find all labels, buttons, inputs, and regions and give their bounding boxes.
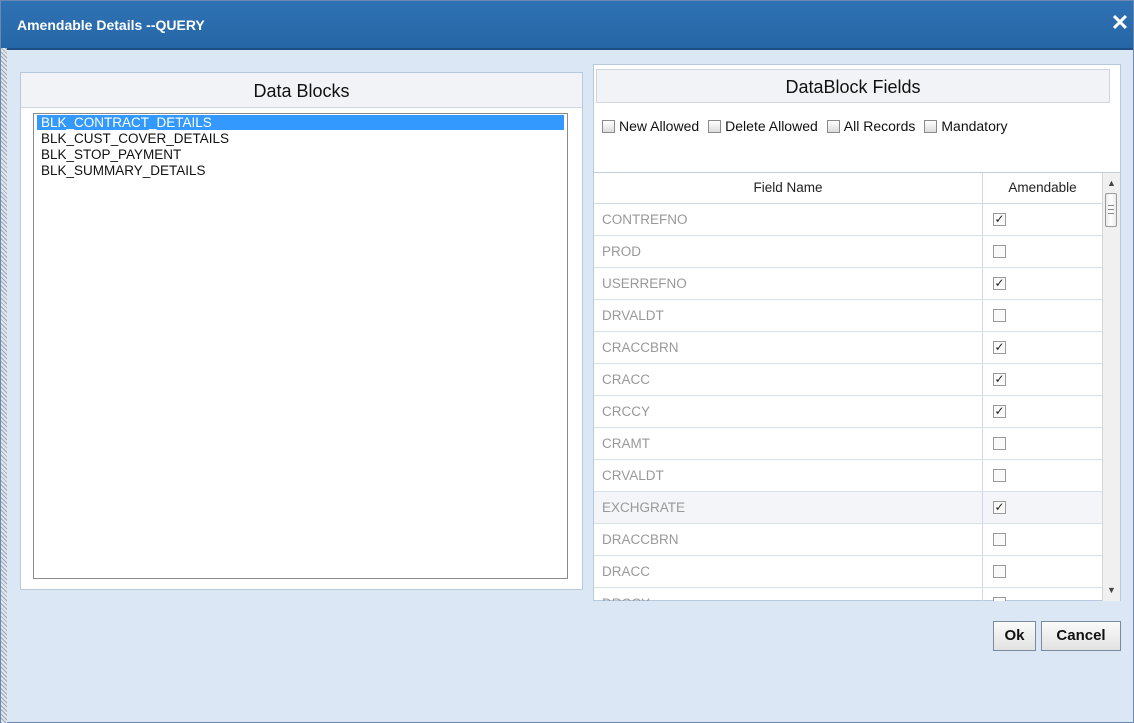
- amendable-checkbox[interactable]: [993, 437, 1006, 450]
- field-name-cell: CRVALDT: [594, 460, 983, 491]
- amendable-cell: [983, 588, 1102, 601]
- flag-option[interactable]: All Records: [826, 118, 916, 135]
- table-row[interactable]: CONTREFNO ✓: [594, 204, 1102, 236]
- window-title: Amendable Details --QUERY: [17, 17, 205, 33]
- amendable-cell: [983, 556, 1102, 587]
- close-icon[interactable]: ✕: [1109, 12, 1131, 34]
- amendable-cell: [983, 236, 1102, 267]
- amendable-cell: ✓: [983, 364, 1102, 395]
- scroll-down-arrow-icon[interactable]: ▼: [1103, 582, 1120, 599]
- table-row[interactable]: CRAMT: [594, 428, 1102, 460]
- field-name-cell: PROD: [594, 236, 983, 267]
- amendable-checkbox[interactable]: [993, 309, 1006, 322]
- flag-label: Delete Allowed: [725, 118, 818, 135]
- data-block-item[interactable]: BLK_CUST_COVER_DETAILS: [37, 131, 564, 146]
- data-blocks-panel: Data Blocks BLK_CONTRACT_DETAILS BLK_CUST…: [20, 72, 583, 590]
- amendable-cell: ✓: [983, 332, 1102, 363]
- amendable-cell: [983, 524, 1102, 555]
- amendable-checkbox[interactable]: ✓: [993, 341, 1006, 354]
- table-row[interactable]: CRVALDT: [594, 460, 1102, 492]
- amendable-checkbox[interactable]: [993, 597, 1006, 601]
- data-block-item[interactable]: BLK_SUMMARY_DETAILS: [37, 163, 564, 178]
- table-row[interactable]: DRVALDT: [594, 300, 1102, 332]
- table-row[interactable]: DRACC: [594, 556, 1102, 588]
- data-blocks-listbox[interactable]: BLK_CONTRACT_DETAILS BLK_CUST_COVER_DETAI…: [33, 113, 568, 579]
- title-bar[interactable]: Amendable Details --QUERY ✕: [1, 1, 1133, 50]
- table-row[interactable]: CRCCY ✓: [594, 396, 1102, 428]
- table-row[interactable]: DRACCBRN: [594, 524, 1102, 556]
- field-name-cell: DRACC: [594, 556, 983, 587]
- field-name-cell: CRACCBRN: [594, 332, 983, 363]
- amendable-cell: [983, 428, 1102, 459]
- amendable-checkbox[interactable]: [993, 469, 1006, 482]
- table-row[interactable]: USERREFNO ✓: [594, 268, 1102, 300]
- amendable-checkbox[interactable]: [993, 245, 1006, 258]
- flag-option[interactable]: Mandatory: [924, 118, 1008, 135]
- amendable-cell: ✓: [983, 492, 1102, 523]
- field-name-cell: DRVALDT: [594, 300, 983, 331]
- fields-grid: Field Name Amendable CONTREFNO ✓ PROD USERR…: [594, 172, 1120, 601]
- column-header-field-name[interactable]: Field Name: [594, 173, 983, 203]
- flag-checkbox[interactable]: [924, 120, 938, 134]
- amendable-checkbox[interactable]: ✓: [993, 501, 1006, 514]
- datablock-flags: New Allowed Delete Allowed All Records Mand…: [602, 117, 1117, 137]
- flag-label: Mandatory: [941, 118, 1008, 135]
- field-name-cell: DRACCBRN: [594, 524, 983, 555]
- field-name-cell: USERREFNO: [594, 268, 983, 299]
- grip-line: [1108, 205, 1114, 206]
- field-name-cell: CONTREFNO: [594, 204, 983, 235]
- table-row[interactable]: DRCCY: [594, 588, 1102, 601]
- data-block-item[interactable]: BLK_CONTRACT_DETAILS: [37, 115, 564, 130]
- table-row[interactable]: PROD: [594, 236, 1102, 268]
- flag-option[interactable]: New Allowed: [602, 118, 699, 134]
- flag-checkbox[interactable]: [826, 120, 840, 134]
- flag-checkbox[interactable]: [602, 120, 615, 134]
- scroll-thumb[interactable]: [1105, 193, 1117, 227]
- table-row[interactable]: CRACCBRN ✓: [594, 332, 1102, 364]
- table-row[interactable]: EXCHGRATE ✓: [594, 492, 1102, 524]
- ok-button[interactable]: Ok: [993, 621, 1036, 651]
- left-edge-decoration: [1, 48, 7, 723]
- amendable-cell: ✓: [983, 204, 1102, 235]
- datablock-fields-header: DataBlock Fields: [596, 69, 1110, 103]
- column-header-amendable[interactable]: Amendable: [983, 173, 1102, 203]
- field-name-cell: DRCCY: [594, 588, 983, 601]
- amendable-checkbox[interactable]: ✓: [993, 277, 1006, 290]
- scroll-up-arrow-icon[interactable]: ▲: [1103, 175, 1120, 192]
- field-name-cell: CRCCY: [594, 396, 983, 427]
- data-blocks-header: Data Blocks: [21, 73, 582, 108]
- amendable-cell: ✓: [983, 396, 1102, 427]
- amendable-checkbox[interactable]: [993, 565, 1006, 578]
- amendable-cell: ✓: [983, 268, 1102, 299]
- field-name-cell: CRACC: [594, 364, 983, 395]
- amendable-details-dialog: Amendable Details --QUERY ✕ Data Blocks …: [0, 0, 1134, 723]
- grip-line: [1108, 213, 1114, 214]
- field-name-cell: CRAMT: [594, 428, 983, 459]
- flag-checkbox[interactable]: [708, 120, 722, 134]
- grip-line: [1108, 209, 1114, 210]
- amendable-checkbox[interactable]: ✓: [993, 373, 1006, 386]
- amendable-checkbox[interactable]: [993, 533, 1006, 546]
- table-row[interactable]: CRACC ✓: [594, 364, 1102, 396]
- fields-grid-header: Field Name Amendable: [594, 173, 1102, 204]
- flag-label: New Allowed: [619, 118, 700, 135]
- datablock-fields-panel: DataBlock Fields New Allowed Delete Allow…: [593, 64, 1121, 601]
- fields-grid-body: CONTREFNO ✓ PROD USERREFNO ✓ DRVALDT CRACCBRN ✓…: [594, 204, 1102, 601]
- cancel-button[interactable]: Cancel: [1041, 621, 1121, 651]
- amendable-cell: [983, 460, 1102, 491]
- fields-grid-scrollbar[interactable]: ▲ ▼: [1102, 173, 1120, 601]
- amendable-checkbox[interactable]: ✓: [993, 405, 1006, 418]
- field-name-cell: EXCHGRATE: [594, 492, 983, 523]
- flag-option[interactable]: Delete Allowed: [708, 118, 818, 134]
- data-block-item[interactable]: BLK_STOP_PAYMENT: [37, 147, 564, 162]
- flag-label: All Records: [843, 118, 916, 135]
- amendable-cell: [983, 300, 1102, 331]
- amendable-checkbox[interactable]: ✓: [993, 213, 1006, 226]
